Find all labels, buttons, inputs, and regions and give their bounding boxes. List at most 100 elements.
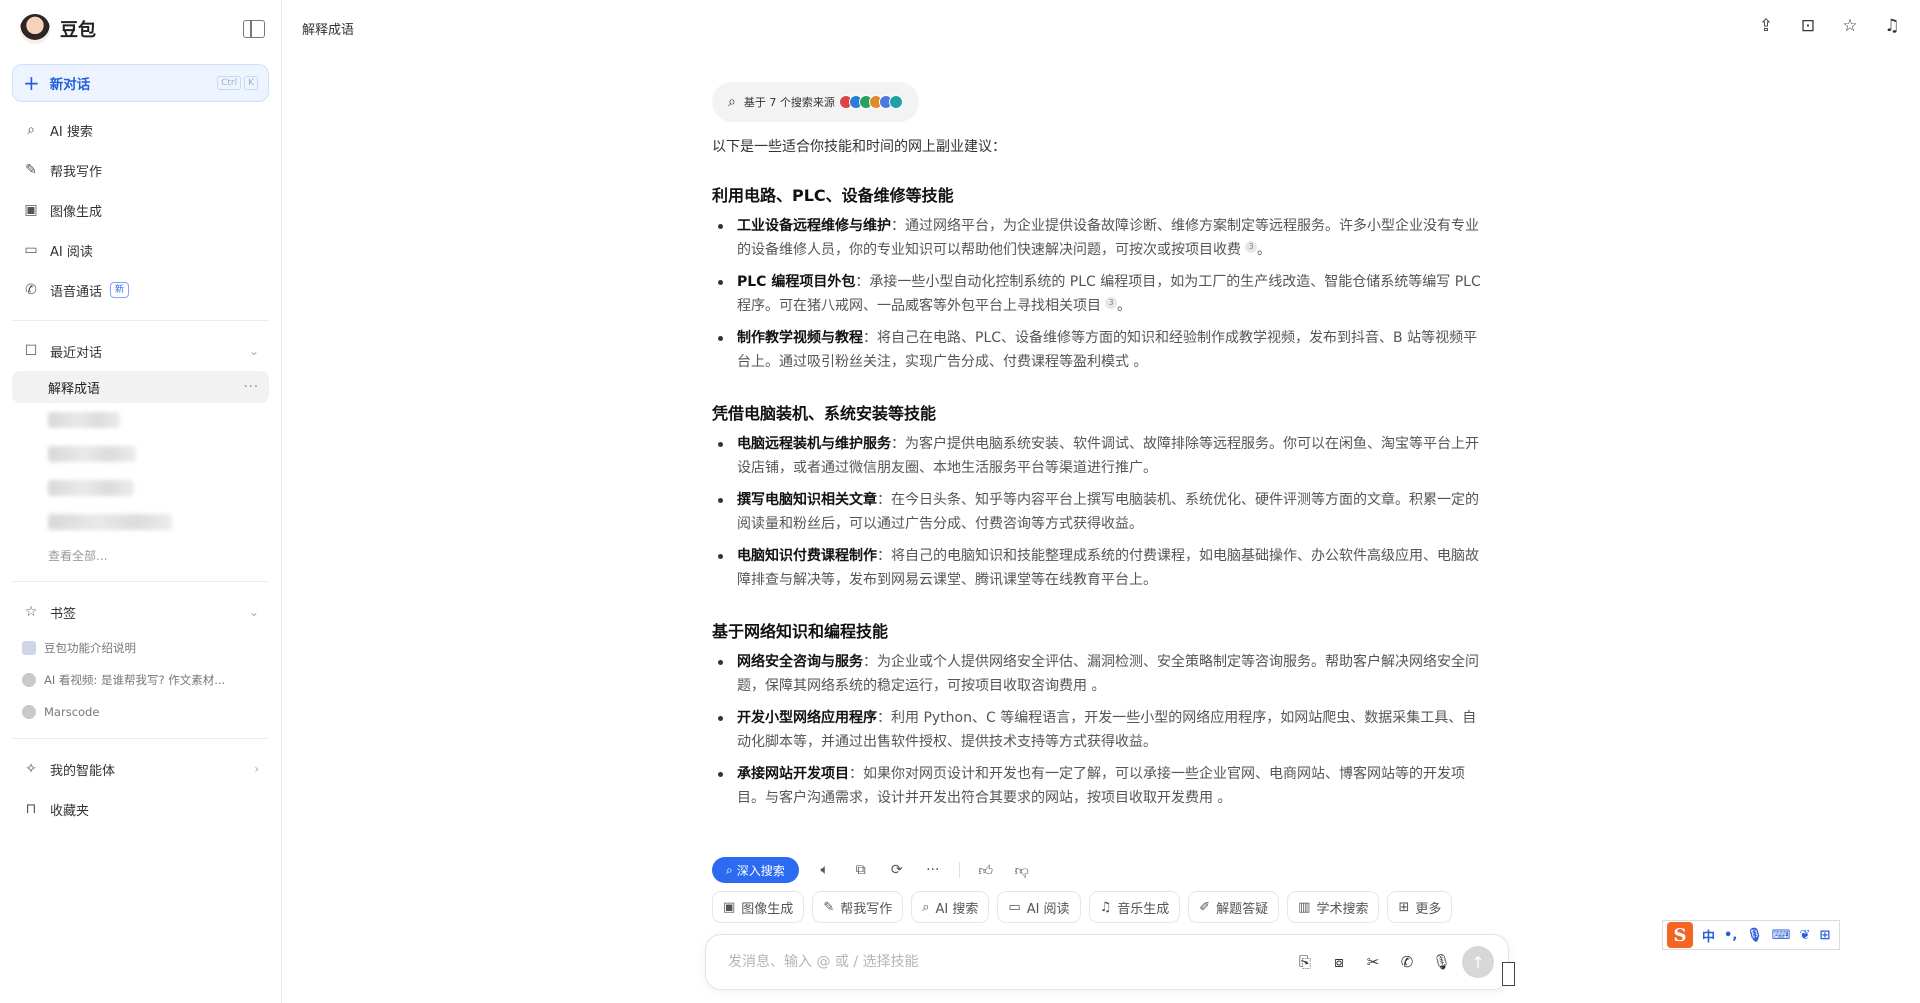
keyboard-icon[interactable]: ⌨ [1772, 928, 1791, 943]
skill-chips: ▣ 图像生成 ✎ 帮我写作 ⌕ AI 搜索 ▭ AI 阅读 ♫ 音乐生成 ✐ 解题答疑 ▥ 学… [712, 891, 1453, 923]
chat-item-blurred[interactable] [12, 437, 269, 471]
image-icon: ▣ [723, 899, 736, 915]
skill-more[interactable]: ⊞ 更多 [1387, 891, 1453, 923]
bell-icon[interactable]: ♫ [1882, 16, 1902, 36]
deep-search-button[interactable]: ⌕ 深入搜索 [712, 857, 799, 883]
more-icon[interactable]: ··· [923, 862, 943, 878]
regenerate-icon[interactable]: ⟳ [887, 862, 907, 878]
item-title: 承接网站开发项目 [737, 766, 849, 782]
bookmark-icon: ⊓ [25, 801, 37, 817]
see-all-chats-link[interactable]: 查看全部... [12, 539, 269, 571]
item-title: 撰写电脑知识相关文章 [737, 492, 877, 508]
sidebar-item-label: 帮我写作 [50, 164, 103, 180]
scissors-icon[interactable]: ✂ [1364, 953, 1382, 971]
item-tail: 。 [1117, 298, 1131, 314]
speaker-icon[interactable]: 🔈︎ [815, 862, 835, 878]
share-icon[interactable]: ⇪ [1756, 16, 1776, 36]
sidebar-item-label: 语音通话 [50, 284, 103, 300]
sidebar-item-favorites[interactable]: ⊓ 收藏夹 [12, 789, 269, 829]
suggestion-list: 电脑远程装机与维护服务：为客户提供电脑系统安装、软件调试、故障排除等远程服务。你… [712, 432, 1484, 592]
item-title: PLC 编程项目外包 [737, 274, 856, 290]
citation-badge[interactable]: 3 [1245, 241, 1257, 253]
screenshot-icon[interactable]: ⧇ [1330, 953, 1348, 971]
copy-icon[interactable]: ⧉ [851, 862, 871, 878]
message-input[interactable] [728, 954, 1296, 970]
divider [12, 738, 269, 739]
top-actions: ⇪ ⊡ ☆ ♫ [1756, 16, 1902, 36]
phone-icon[interactable]: ✆ [1398, 953, 1416, 971]
microphone-icon[interactable]: 🎙︎ [1746, 928, 1763, 943]
sidebar-item-ai-search[interactable]: ⌕ AI 搜索 [12, 110, 269, 150]
bookmark-item[interactable]: AI 看视频: 是谁帮我写? 作文素材... [12, 664, 269, 696]
globe-icon [22, 673, 36, 687]
chat-item-blurred[interactable] [12, 505, 269, 539]
citation-badge[interactable]: 3 [1105, 297, 1117, 309]
skill-music-gen[interactable]: ♫ 音乐生成 [1088, 891, 1181, 923]
chevron-down-icon[interactable]: ⌄ [249, 344, 259, 358]
recent-chats-header[interactable]: ☐ 最近对话 ⌄ [12, 331, 269, 371]
thumbs-up-icon[interactable]: 👍︎ [976, 862, 996, 879]
list-item: 开发小型网络应用程序：利用 Python、C 等编程语言，开发一些小型的网络应用… [712, 706, 1484, 754]
skill-ai-search[interactable]: ⌕ AI 搜索 [911, 891, 990, 923]
punctuation-icon[interactable]: •, [1724, 928, 1737, 943]
sidebar-item-label: 图像生成 [50, 204, 103, 220]
pen-icon: ✎ [823, 899, 835, 915]
skill-ai-reading[interactable]: ▭ AI 阅读 [997, 891, 1081, 923]
sidebar-item-my-agents[interactable]: ✧ 我的智能体 › [12, 749, 269, 789]
ime-toolbar: S 中 •, 🎙︎ ⌨ ❦ ⊞ [1662, 920, 1840, 950]
bookmark-icon [22, 641, 36, 655]
bookmark-add-icon[interactable]: ⊡ [1798, 16, 1818, 36]
sidebar-toggle-icon[interactable] [243, 20, 265, 38]
search-icon: ⌕ [922, 899, 930, 915]
new-chat-button[interactable]: + 新对话 Ctrl K [12, 64, 269, 102]
search-icon: ⌕ [728, 94, 736, 110]
skill-image-gen[interactable]: ▣ 图像生成 [712, 891, 805, 923]
shortcut-hint: Ctrl K [217, 76, 258, 90]
bookmark-item[interactable]: Marscode [12, 696, 269, 728]
skin-icon[interactable]: ❦ [1800, 928, 1811, 943]
bookmarks-label: 书签 [50, 606, 77, 622]
sidebar-item-voice-call[interactable]: ✆ 语音通话 新 [12, 270, 269, 310]
sidebar-item-label: AI 搜索 [50, 124, 93, 140]
more-options-icon[interactable]: ··· [244, 380, 259, 395]
skill-label: 解题答疑 [1216, 901, 1269, 917]
send-button[interactable]: ↑ [1462, 946, 1494, 978]
search-sources-button[interactable]: ⌕ 基于 7 个搜索来源 [712, 82, 919, 122]
suggestion-list: 网络安全咨询与服务：为企业或个人提供网络安全评估、漏洞检测、安全策略制定等咨询服… [712, 650, 1484, 810]
favorites-label: 收藏夹 [50, 803, 90, 819]
item-title: 开发小型网络应用程序 [737, 710, 877, 726]
sidebar-item-writing[interactable]: ✎ 帮我写作 [12, 150, 269, 190]
section-heading: 基于网络知识和编程技能 [712, 622, 889, 641]
ime-mode-label[interactable]: 中 [1702, 926, 1715, 945]
bookmark-label: Marscode [44, 705, 100, 719]
arrow-up-icon: ↑ [1471, 952, 1485, 972]
bookmarks-header[interactable]: ☆ 书签 ⌄ [12, 592, 269, 632]
attach-icon[interactable]: ⎘ [1296, 953, 1314, 971]
bookmark-item[interactable]: 豆包功能介绍说明 [12, 632, 269, 664]
chat-item-blurred[interactable] [12, 403, 269, 437]
chat-item-active[interactable]: 解释成语 ··· [12, 371, 269, 403]
book-icon: ▭ [1008, 899, 1021, 915]
microphone-icon[interactable]: 🎙︎ [1432, 953, 1451, 971]
skill-academic-search[interactable]: ▥ 学术搜索 [1287, 891, 1380, 923]
skill-label: 帮我写作 [840, 901, 893, 917]
skill-label: AI 阅读 [1026, 901, 1070, 917]
item-tail: 。 [1257, 242, 1271, 258]
skill-writing[interactable]: ✎ 帮我写作 [812, 891, 904, 923]
ime-logo[interactable]: S [1667, 922, 1693, 948]
sidebar-item-ai-reading[interactable]: ▭ AI 阅读 [12, 230, 269, 270]
pen-icon: ✎ [25, 162, 37, 178]
star-icon[interactable]: ☆ [1840, 16, 1860, 36]
chat-item-title: 解释成语 [48, 381, 101, 397]
skill-problem-solving[interactable]: ✐ 解题答疑 [1188, 891, 1280, 923]
conversation-title: 解释成语 [302, 22, 355, 38]
grid-icon: ⊞ [1398, 899, 1410, 915]
sidebar-item-image-gen[interactable]: ▣ 图像生成 [12, 190, 269, 230]
source-favicons [838, 95, 903, 109]
thumbs-down-icon[interactable]: 👎︎ [1012, 862, 1032, 879]
chat-item-blurred[interactable] [12, 471, 269, 505]
grid-icon[interactable]: ⊞ [1819, 928, 1830, 943]
chevron-down-icon[interactable]: ⌄ [249, 605, 259, 619]
avatar[interactable] [20, 14, 50, 44]
recent-chats-label: 最近对话 [50, 345, 103, 361]
